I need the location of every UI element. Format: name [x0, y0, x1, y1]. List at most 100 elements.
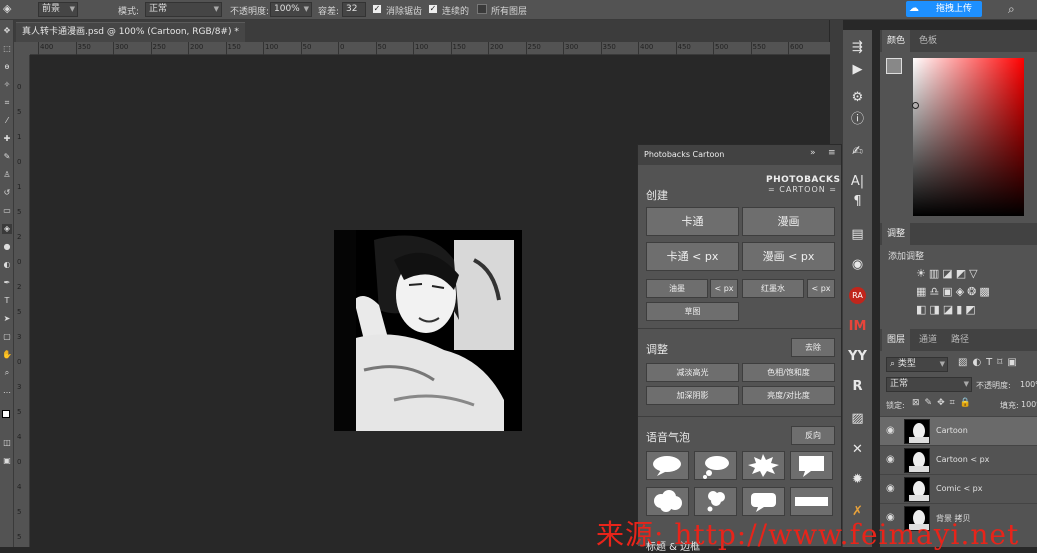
- threshold-icon[interactable]: ◪: [943, 303, 956, 316]
- rounded-box-bubble[interactable]: [742, 487, 785, 516]
- cartoon-button[interactable]: 卡通: [646, 207, 739, 236]
- camera-icon[interactable]: ◉: [847, 255, 868, 275]
- tab-swatches[interactable]: 色板: [914, 30, 942, 52]
- im-plugin-icon[interactable]: IM: [847, 317, 868, 337]
- deepen-shadow-button[interactable]: 加深阴影: [646, 386, 739, 405]
- info-icon[interactable]: ⓘ: [847, 110, 868, 130]
- fill-value[interactable]: 100%: [1021, 400, 1037, 409]
- tab-paths[interactable]: 路径: [946, 329, 974, 351]
- visibility-eye-icon[interactable]: ◉: [886, 454, 895, 465]
- paragraph-icon[interactable]: ¶: [847, 192, 868, 212]
- invert-icon[interactable]: ◧: [916, 303, 929, 316]
- paint-bucket-icon[interactable]: ◈: [3, 2, 11, 15]
- foreground-background-swatch[interactable]: [886, 58, 902, 74]
- marquee-tool-icon[interactable]: ⬚: [2, 44, 12, 54]
- lock-icons[interactable]: ⊠✎✥⌗🔒: [912, 398, 976, 408]
- pen-tool-icon[interactable]: ✒: [2, 278, 12, 288]
- selective-color-icon[interactable]: ◩: [965, 303, 978, 316]
- contiguous-checkbox[interactable]: ✓: [428, 4, 438, 14]
- image-plugin-icon[interactable]: ▨: [847, 409, 868, 429]
- layer-filter-select[interactable]: ⌕ 类型 ▼: [886, 357, 948, 372]
- box-bubble[interactable]: [790, 451, 833, 480]
- plugin-icon[interactable]: ▤: [847, 225, 868, 245]
- bw-icon[interactable]: ▣: [942, 285, 955, 298]
- tools-plugin-icon[interactable]: ✕: [847, 440, 868, 460]
- visibility-eye-icon[interactable]: ◉: [886, 483, 895, 494]
- hue-saturation-button[interactable]: 色相/饱和度: [742, 363, 835, 382]
- tab-adjustments[interactable]: 调整: [882, 223, 911, 245]
- blur-tool-icon[interactable]: ●: [2, 242, 12, 252]
- banner-bubble[interactable]: [790, 487, 833, 516]
- layer-filter-icons[interactable]: ▨◐T⌑▣: [958, 357, 1022, 368]
- yy-plugin-icon[interactable]: YY: [847, 347, 868, 367]
- thought-bubble[interactable]: [694, 451, 737, 480]
- search-icon[interactable]: ⌕: [1008, 2, 1015, 17]
- red-ink-button[interactable]: 红墨水: [742, 279, 804, 298]
- color-field[interactable]: [913, 58, 1024, 216]
- dodge-tool-icon[interactable]: ◐: [2, 260, 12, 270]
- screen-mode-icon[interactable]: ▣: [2, 456, 12, 466]
- layer-row-comic-px[interactable]: ◉ Comic < px: [880, 474, 1037, 503]
- oil-ink-button[interactable]: 油墨: [646, 279, 708, 298]
- layer-opacity-value[interactable]: 100%: [1020, 380, 1037, 389]
- paint-bucket-tool-icon[interactable]: ◈: [2, 224, 12, 234]
- healing-tool-icon[interactable]: ✚: [2, 134, 12, 144]
- opacity-input[interactable]: 100% ▼: [270, 2, 312, 17]
- brightness-icon[interactable]: ☀: [916, 267, 929, 280]
- gradient-map-icon[interactable]: ▮: [956, 303, 965, 316]
- history-brush-tool-icon[interactable]: ↺: [2, 188, 12, 198]
- oil-ink-px-button[interactable]: < px: [710, 279, 738, 298]
- levels-icon[interactable]: ▥: [929, 267, 942, 280]
- eyedropper-tool-icon[interactable]: ⁄: [2, 116, 12, 126]
- all-layers-checkbox[interactable]: [477, 4, 487, 14]
- tab-layers[interactable]: 图层: [882, 329, 911, 351]
- lookup-icon[interactable]: ▩: [979, 285, 992, 298]
- hue-icon[interactable]: ▦: [916, 285, 929, 298]
- collapse-icon[interactable]: »: [810, 148, 816, 158]
- canvas-image[interactable]: [334, 230, 522, 431]
- remove-button[interactable]: 去除: [791, 338, 835, 357]
- speech-bubble-oval[interactable]: [646, 451, 689, 480]
- move-tool-icon[interactable]: ✥: [2, 26, 12, 36]
- crop-tool-icon[interactable]: ⌗: [2, 98, 12, 108]
- small-thought-bubble[interactable]: [694, 487, 737, 516]
- zoom-tool-icon[interactable]: ⌕: [2, 368, 12, 378]
- cloud-bubble[interactable]: [646, 487, 689, 516]
- upload-button[interactable]: ☁ 拖拽上传: [906, 1, 982, 17]
- quick-mask-icon[interactable]: ◫: [2, 438, 12, 448]
- path-select-tool-icon[interactable]: ➤: [2, 314, 12, 324]
- invert-button[interactable]: 反向: [791, 426, 835, 445]
- comic-button[interactable]: 漫画: [742, 207, 835, 236]
- visibility-eye-icon[interactable]: ◉: [886, 425, 895, 436]
- brush-settings-icon[interactable]: ✍: [847, 142, 868, 162]
- more-tools-icon[interactable]: …: [2, 386, 12, 396]
- hand-tool-icon[interactable]: ✋: [2, 350, 12, 360]
- antialias-checkbox[interactable]: ✓: [372, 4, 382, 14]
- tab-color[interactable]: 颜色: [882, 30, 911, 52]
- ra-plugin-icon[interactable]: RA: [847, 286, 868, 306]
- curves-icon[interactable]: ◪: [942, 267, 955, 280]
- lasso-tool-icon[interactable]: ɵ: [2, 62, 12, 72]
- tolerance-input[interactable]: 32: [342, 2, 366, 17]
- layer-row-cartoon-px[interactable]: ◉ Cartoon < px: [880, 445, 1037, 474]
- cartoon-px-button[interactable]: 卡通 < px: [646, 242, 739, 271]
- posterize-icon[interactable]: ◨: [929, 303, 942, 316]
- layer-blend-select[interactable]: 正常 ▼: [886, 377, 972, 392]
- brightness-contrast-button[interactable]: 亮度/对比度: [742, 386, 835, 405]
- foreground-color-swatch[interactable]: [2, 410, 10, 418]
- photo-filter-icon[interactable]: ◈: [956, 285, 967, 298]
- reduce-highlight-button[interactable]: 减淡高光: [646, 363, 739, 382]
- blend-mode-select[interactable]: 正常 ▼: [145, 2, 222, 17]
- magic-wand-tool-icon[interactable]: ✧: [2, 80, 12, 90]
- fill-source-select[interactable]: 前景 ▼: [38, 2, 78, 17]
- exposure-icon[interactable]: ◩: [956, 267, 969, 280]
- balance-icon[interactable]: ♎: [929, 285, 942, 298]
- layer-row-cartoon[interactable]: ◉ Cartoon: [880, 416, 1037, 445]
- shout-bubble[interactable]: [742, 451, 785, 480]
- history-icon[interactable]: ⇶: [847, 38, 868, 58]
- mixer-icon[interactable]: ❂: [967, 285, 979, 298]
- tab-channels[interactable]: 通道: [914, 329, 942, 351]
- eraser-tool-icon[interactable]: ▭: [2, 206, 12, 216]
- panel-menu-icon[interactable]: ≡: [828, 148, 836, 158]
- type-tool-icon[interactable]: T: [2, 296, 12, 306]
